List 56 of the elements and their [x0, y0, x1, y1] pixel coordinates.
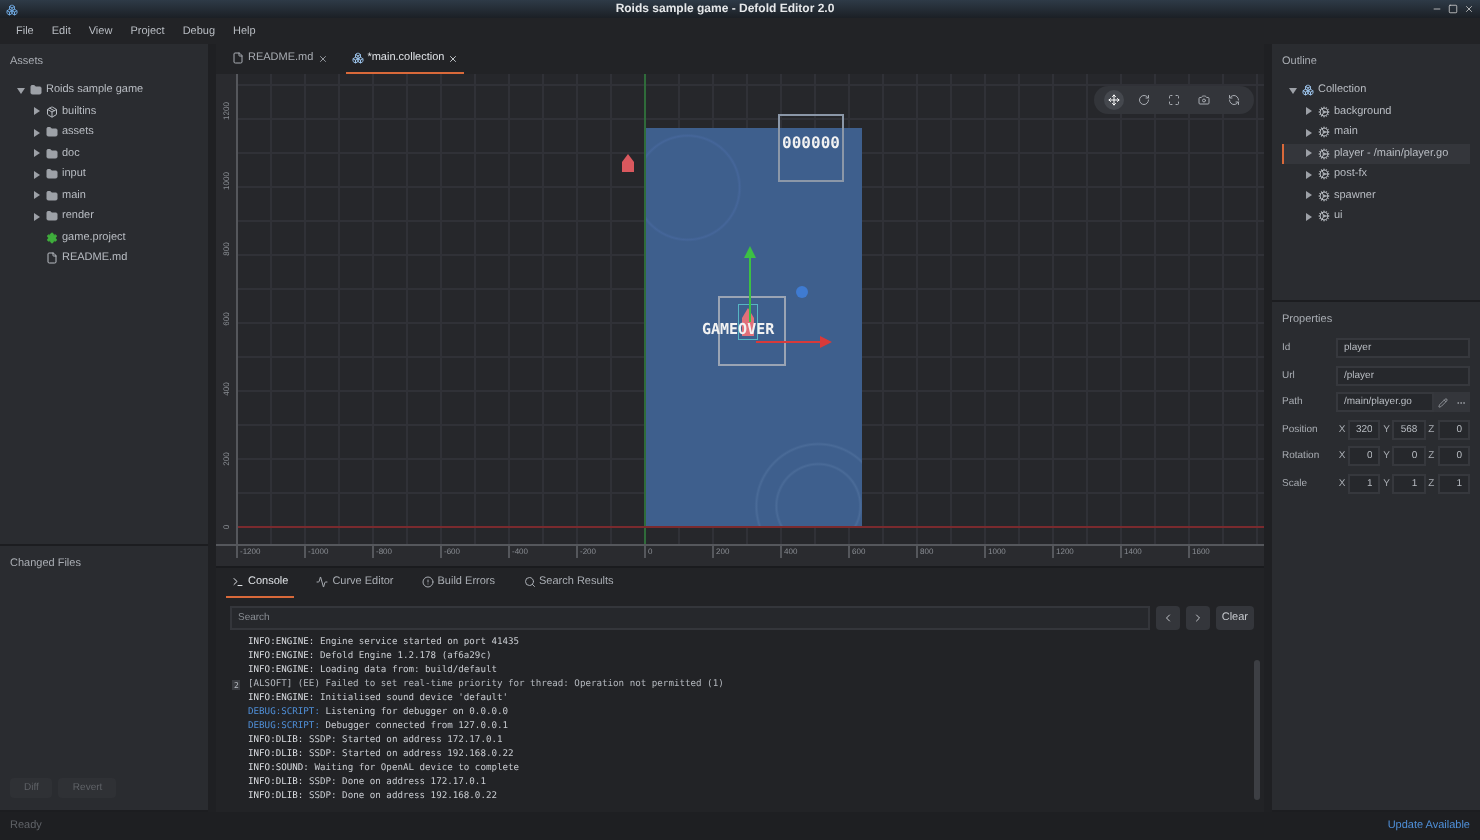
caret-icon[interactable] — [1304, 148, 1314, 159]
file-icon — [46, 252, 58, 265]
caret-icon[interactable] — [1304, 211, 1314, 222]
edit-button[interactable] — [1434, 392, 1452, 412]
caret-icon[interactable] — [32, 127, 42, 138]
caret-icon[interactable] — [1304, 190, 1314, 201]
caret-icon[interactable] — [1288, 85, 1298, 96]
rotate-icon — [1138, 94, 1151, 106]
score-text: 000000 — [782, 134, 840, 154]
ship-sprite — [622, 154, 634, 172]
minimize-icon[interactable] — [1432, 4, 1442, 14]
search-icon — [523, 576, 535, 588]
caret-icon[interactable] — [32, 106, 42, 117]
up-arrow[interactable] — [744, 246, 756, 322]
cog-icon — [1318, 147, 1330, 160]
tool-button[interactable] — [1193, 90, 1214, 110]
app-icon — [6, 3, 18, 15]
caret-icon[interactable] — [32, 211, 42, 222]
folder-icon — [30, 84, 42, 97]
cog-icon — [1318, 105, 1330, 118]
folder-icon — [46, 147, 58, 160]
tool-button[interactable] — [1223, 90, 1244, 110]
folder-icon — [46, 126, 58, 139]
package-icon — [46, 105, 58, 118]
maximize-icon[interactable] — [1448, 4, 1458, 14]
boxes-icon — [1302, 84, 1314, 97]
cog-icon — [1318, 189, 1330, 202]
pencil-icon — [1438, 397, 1448, 407]
gear-icon — [46, 231, 58, 244]
caret-icon[interactable] — [32, 148, 42, 159]
terminal-icon — [232, 576, 244, 588]
boxes-icon — [351, 52, 364, 64]
caret-icon[interactable] — [32, 169, 42, 180]
folder-icon — [46, 168, 58, 181]
alert-icon — [421, 576, 434, 588]
right-arrow[interactable] — [756, 336, 832, 348]
file-icon — [232, 52, 244, 64]
chevron-right-icon — [1191, 612, 1204, 624]
caret-icon[interactable] — [32, 190, 42, 201]
caret-icon[interactable] — [16, 85, 26, 96]
planet-sprite — [796, 286, 808, 298]
tool-button[interactable] — [1104, 90, 1125, 110]
chevron-left-icon — [1161, 612, 1174, 624]
curve-icon — [316, 576, 329, 588]
caret-icon[interactable] — [1304, 169, 1314, 180]
cog-icon — [1318, 126, 1330, 139]
tool-button[interactable] — [1134, 90, 1155, 110]
caret-icon[interactable] — [1304, 106, 1314, 117]
folder-icon — [46, 210, 58, 223]
caret-icon[interactable] — [1304, 127, 1314, 138]
cog-icon — [1318, 210, 1330, 223]
cog-icon — [1318, 168, 1330, 181]
folder-icon — [46, 189, 58, 202]
reset-icon — [1227, 94, 1240, 106]
camera-icon — [1197, 94, 1210, 106]
move-icon — [1108, 94, 1121, 106]
